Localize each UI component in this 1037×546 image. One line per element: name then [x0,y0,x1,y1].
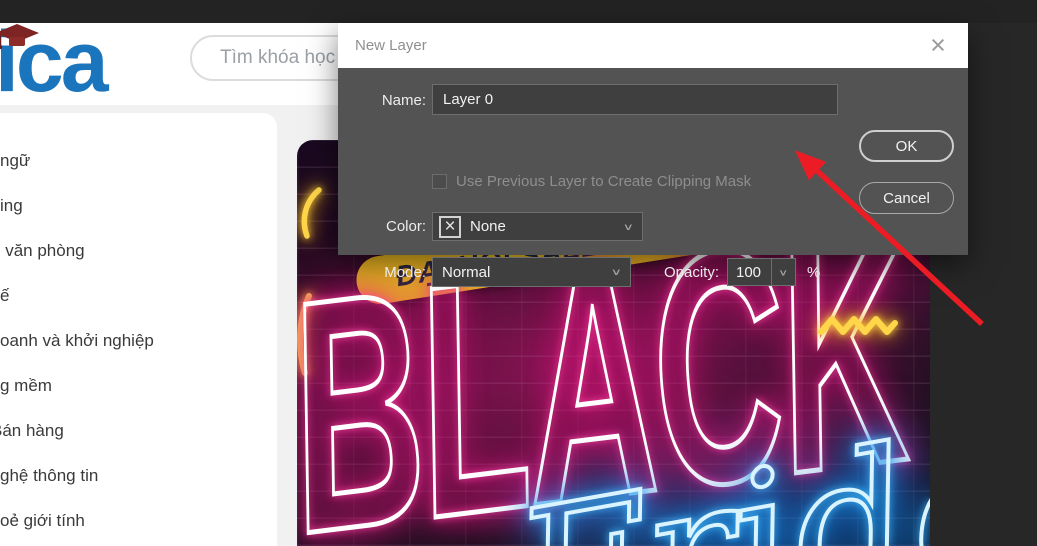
mode-dropdown[interactable]: Normal ∨ [432,257,631,287]
opacity-stepper[interactable]: ∨ [771,258,796,286]
sidebar-item-category[interactable]: oẻ giới tính [0,498,277,543]
opacity-unit: % [807,264,821,281]
none-color-swatch-icon: × [439,215,461,238]
clipping-mask-label: Use Previous Layer to Create Clipping Ma… [456,173,752,190]
ok-button[interactable]: OK [859,130,954,162]
layer-name-input[interactable] [432,84,838,115]
chevron-down-icon: ∨ [622,220,635,233]
sidebar-item-category[interactable]: Bán hàng [0,408,277,453]
opacity-input[interactable]: 100 [727,258,772,286]
opacity-label: Opacity: [663,264,719,281]
clipping-mask-row: Use Previous Layer to Create Clipping Ma… [432,173,751,190]
sidebar-item-category[interactable]: ing [0,183,277,228]
category-sidebar: ngữ ing c văn phòng ế oanh và khởi nghiệ… [0,113,277,546]
script-text: Friday [499,369,930,546]
opacity-value: 100 [736,263,762,281]
close-icon[interactable]: × [924,31,952,59]
sidebar-item-category[interactable]: ngữ [0,138,277,183]
color-value: None [470,218,506,235]
name-label: Name: [381,92,426,109]
mode-value: Normal [442,263,491,281]
sidebar-item-category[interactable]: g mềm [0,363,277,408]
color-dropdown[interactable]: × None ∨ [432,212,643,241]
sidebar-item-category[interactable]: ế [0,273,277,318]
graduation-cap-icon [0,24,39,50]
mode-label: Mode: [384,264,426,281]
new-layer-dialog: New Layer × Name: OK Use Previous Layer … [338,23,968,287]
dialog-body: Name: OK Use Previous Layer to Create Cl… [338,68,968,287]
sidebar-item-category[interactable]: c văn phòng [0,228,277,273]
sidebar-item-category[interactable]: oanh và khởi nghiệp [0,318,277,363]
cancel-button[interactable]: Cancel [859,182,954,214]
dialog-titlebar[interactable]: New Layer × [338,23,968,68]
dialog-title: New Layer [355,37,427,54]
site-logo[interactable]: ica [0,19,109,105]
chevron-down-icon: ∨ [778,267,789,278]
clipping-mask-checkbox[interactable] [432,174,447,189]
sidebar-item-category[interactable]: ghệ thông tin [0,453,277,498]
color-label: Color: [385,218,426,235]
top-dark-strip [0,0,1037,23]
